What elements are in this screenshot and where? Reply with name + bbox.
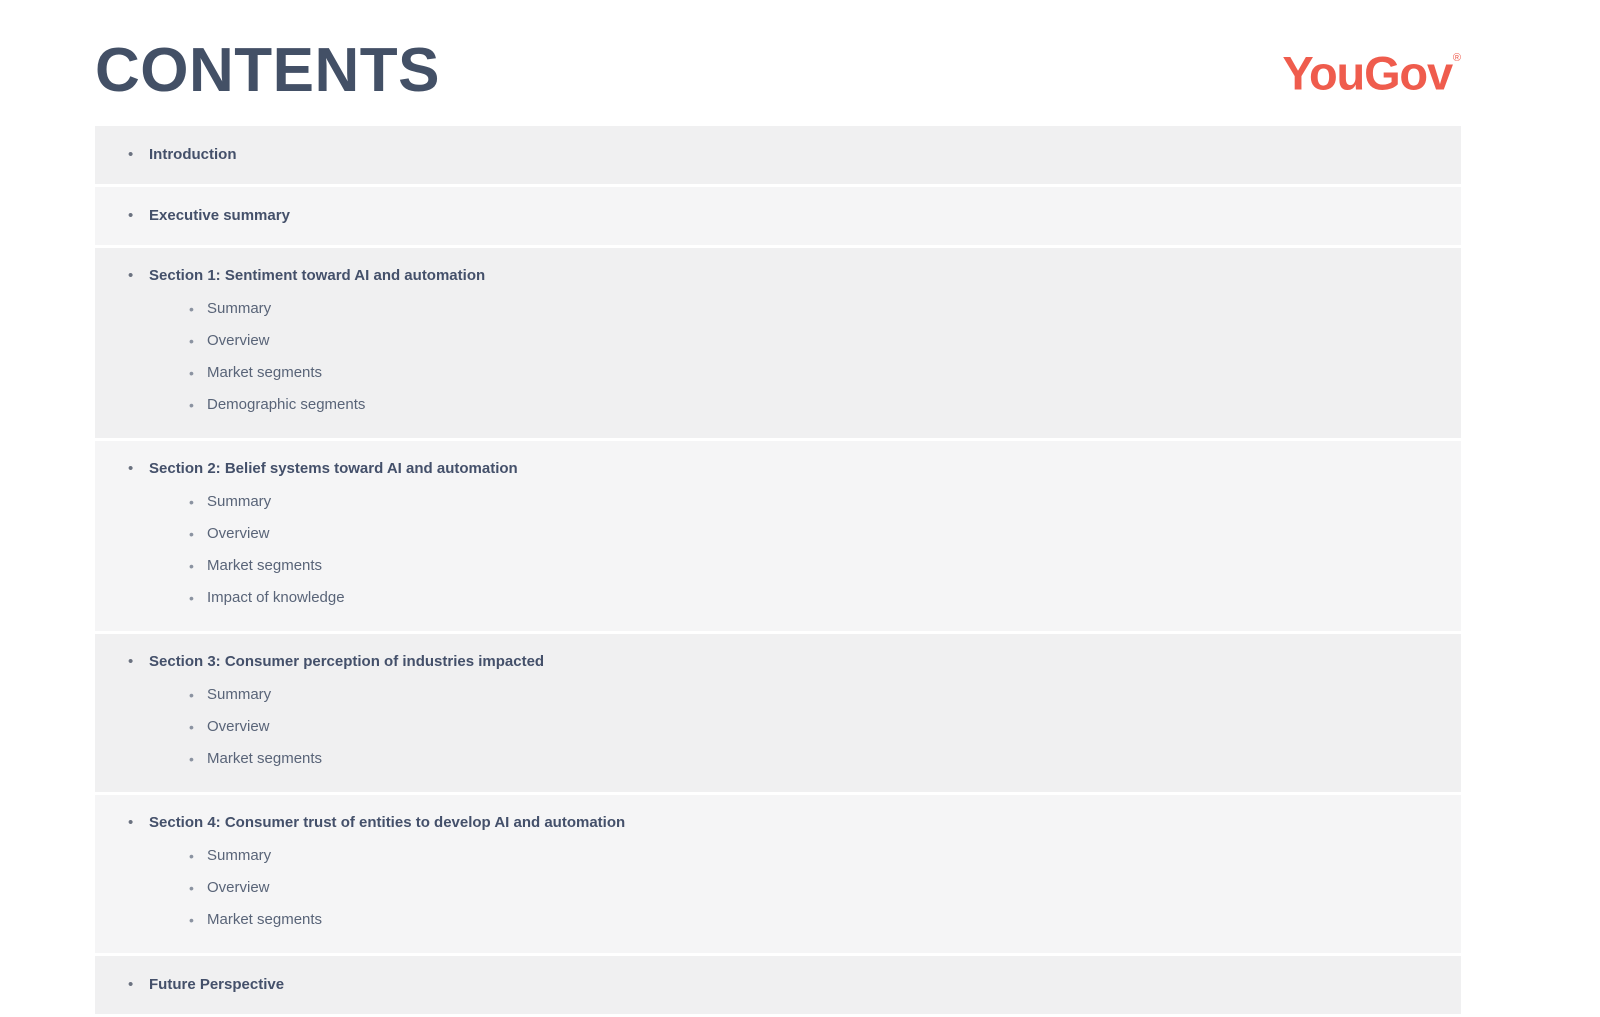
bullet-icon: • [189,880,194,896]
toc-entry-label: Future Perspective [149,976,285,993]
toc-entry[interactable]: • Section 4: Consumer trust of entities t… [95,795,1461,834]
toc-entry[interactable]: • Section 3: Consumer perception of indus… [95,634,1461,673]
yougov-logo: YouGov® [1282,44,1461,100]
toc-subitem-label: Overview [207,525,270,542]
bullet-icon: • [189,526,194,542]
toc-entry[interactable]: • Executive summary [95,187,1461,245]
toc-entry-label: Section 2: Belief systems toward AI and … [149,460,518,477]
toc-subitem-label: Summary [207,300,272,317]
toc-subitem[interactable]: • Summary [95,840,1461,872]
bullet-icon: • [189,333,194,349]
registered-trademark-icon: ® [1452,52,1461,64]
toc-sublist: • Summary • Overview • Market segments [95,673,1461,792]
toc-subitem[interactable]: • Overview [95,518,1461,550]
bullet-icon: • [189,719,194,735]
toc-subitem-label: Market segments [207,557,323,574]
bullet-icon: • [189,912,194,928]
bullet-icon: • [189,590,194,606]
toc-subitem[interactable]: • Market segments [95,743,1461,775]
toc-entry-label: Introduction [149,146,237,163]
bullet-icon: • [128,146,134,163]
toc-subitem[interactable]: • Market segments [95,904,1461,936]
toc-subitem-label: Overview [207,332,270,349]
toc-sublist: • Summary • Overview • Market segments • Impact… [95,480,1461,631]
toc-subitem[interactable]: • Demographic segments [95,389,1461,421]
bullet-icon: • [189,558,194,574]
toc-subitem-label: Market segments [207,364,323,381]
toc-subitem[interactable]: • Overview [95,872,1461,904]
toc-row[interactable]: • Section 4: Consumer trust of entities t… [95,795,1461,953]
bullet-icon: • [128,976,134,993]
toc-row[interactable]: • Executive summary [95,187,1461,245]
bullet-icon: • [128,653,134,670]
toc-subitem[interactable]: • Summary [95,486,1461,518]
bullet-icon: • [189,397,194,413]
toc-row[interactable]: • Section 3: Consumer perception of indus… [95,634,1461,792]
bullet-icon: • [128,814,134,831]
toc-subitem[interactable]: • Market segments [95,550,1461,582]
toc-sublist: • Summary • Overview • Market segments [95,834,1461,953]
toc-entry-label: Section 3: Consumer perception of indust… [149,653,545,670]
bullet-icon: • [189,301,194,317]
toc-row[interactable]: • Section 2: Belief systems toward AI and… [95,441,1461,631]
toc-subitem-label: Summary [207,847,272,864]
toc-entry[interactable]: • Future Perspective [95,956,1461,1014]
toc-subitem-label: Summary [207,686,272,703]
toc-subitem[interactable]: • Market segments [95,357,1461,389]
slide-header: CONTENTS YouGov® [0,0,1600,126]
toc-subitem[interactable]: • Impact of knowledge [95,582,1461,614]
toc-subitem[interactable]: • Summary [95,293,1461,325]
toc-row[interactable]: • Section 1: Sentiment toward AI and auto… [95,248,1461,438]
bullet-icon: • [189,751,194,767]
toc-entry[interactable]: • Section 1: Sentiment toward AI and auto… [95,248,1461,287]
bullet-icon: • [189,848,194,864]
toc-row[interactable]: • Future Perspective [95,956,1461,1014]
toc-entry[interactable]: • Section 2: Belief systems toward AI and… [95,441,1461,480]
yougov-logo-text: YouGov [1282,46,1453,100]
bullet-icon: • [189,494,194,510]
bullet-icon: • [128,267,134,284]
toc-entry-label: Section 4: Consumer trust of entities to… [149,814,626,831]
toc-subitem-label: Demographic segments [207,396,366,413]
toc-subitem[interactable]: • Overview [95,711,1461,743]
toc-subitem-label: Overview [207,718,270,735]
toc-entry-label: Executive summary [149,207,290,224]
toc-subitem-label: Overview [207,879,270,896]
bullet-icon: • [128,207,134,224]
toc-entry-label: Section 1: Sentiment toward AI and autom… [149,267,486,284]
bullet-icon: • [189,365,194,381]
bullet-icon: • [189,687,194,703]
slide-contents: CONTENTS YouGov® • Introduction • Executive… [0,0,1600,1014]
toc-subitem-label: Impact of knowledge [207,589,345,606]
toc-sublist: • Summary • Overview • Market segments • Demogr… [95,287,1461,438]
bullet-icon: • [128,460,134,477]
toc-subitem-label: Market segments [207,911,323,928]
toc-subitem-label: Summary [207,493,272,510]
toc-subitem[interactable]: • Summary [95,679,1461,711]
toc-subitem[interactable]: • Overview [95,325,1461,357]
table-of-contents: • Introduction • Executive summary • Section … [95,126,1461,1017]
page-title: CONTENTS [95,36,440,105]
toc-subitem-label: Market segments [207,750,323,767]
toc-row[interactable]: • Introduction [95,126,1461,184]
toc-entry[interactable]: • Introduction [95,126,1461,184]
